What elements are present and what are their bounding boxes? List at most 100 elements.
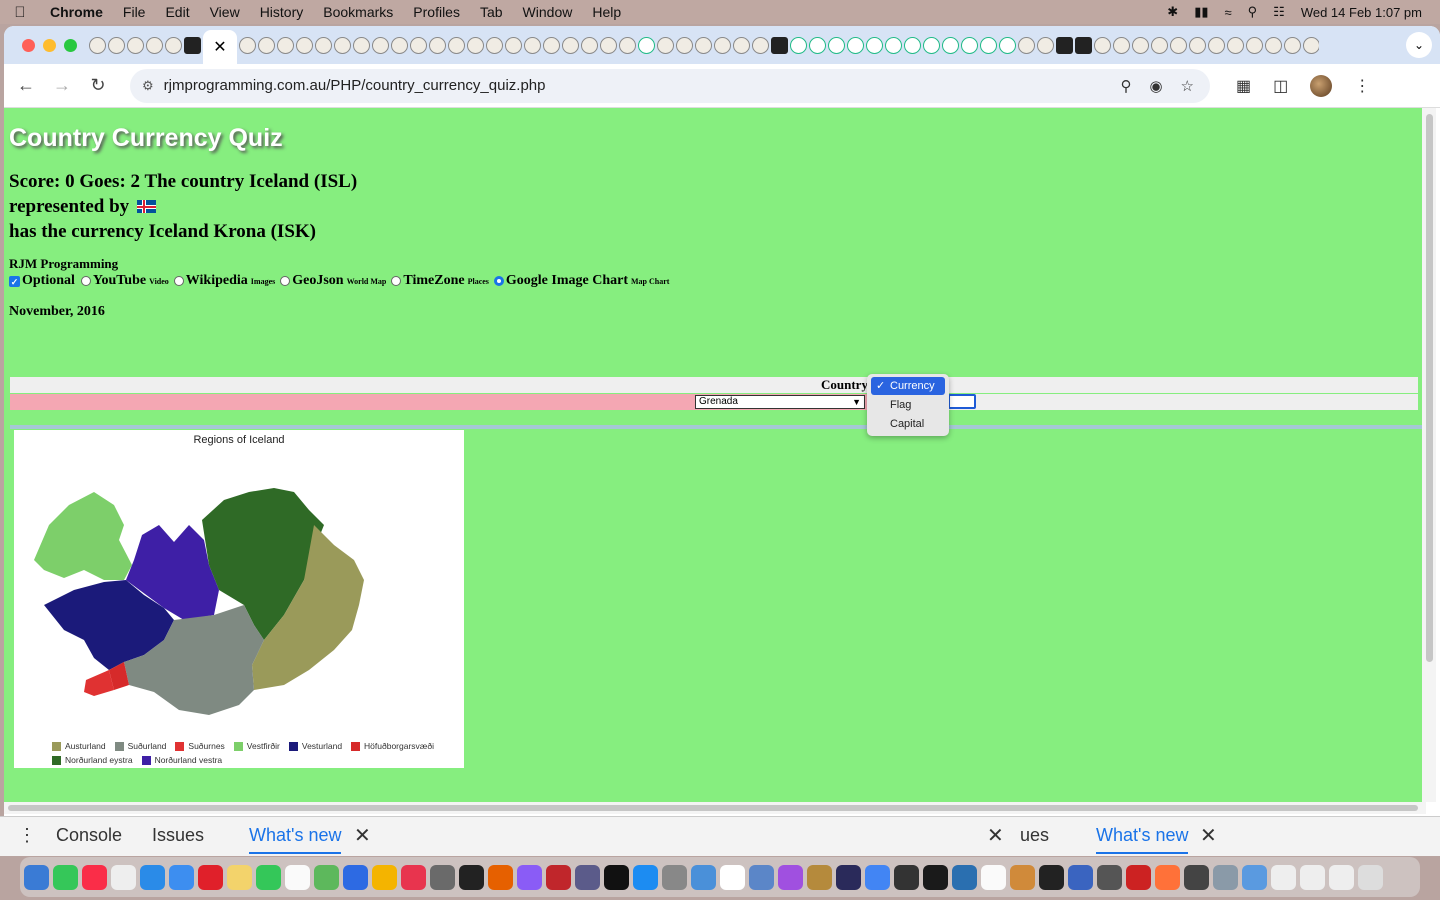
tab-search-chevron-icon[interactable]: ⌄ [1406,32,1432,58]
compass-icon[interactable] [1126,864,1151,890]
menu-help[interactable]: Help [582,4,631,20]
gimp-icon[interactable] [1010,864,1035,890]
devtools-tab-whats-new-2[interactable]: What's new [1096,825,1189,854]
firefox-icon[interactable] [488,864,513,890]
finder-icon[interactable] [24,864,49,890]
downloads-icon[interactable] [1213,864,1238,890]
tab-favicon-icon[interactable] [695,36,712,54]
tab-favicon-icon[interactable] [866,36,883,54]
tab-favicon-icon[interactable] [277,36,294,54]
menu-view[interactable]: View [200,4,250,20]
tab-favicon-icon[interactable] [923,36,940,54]
menu-bookmarks[interactable]: Bookmarks [313,4,403,20]
optional-checkbox[interactable]: ✓ [9,275,20,287]
filezilla-icon[interactable] [546,864,571,890]
geojson-radio[interactable] [280,276,291,286]
tab-favicon-icon[interactable] [296,36,313,54]
intellij-icon[interactable] [836,864,861,890]
eye-slash-icon[interactable]: ◉ [1149,77,1162,95]
tab-favicon-icon[interactable] [1018,36,1035,54]
document-icon[interactable] [285,864,310,890]
mail-icon[interactable] [169,864,194,890]
zoom-app-icon[interactable] [343,864,368,890]
xcode-icon[interactable] [691,864,716,890]
maps-icon[interactable] [314,864,339,890]
tab-favicon-icon[interactable] [467,36,484,54]
vertical-scrollbar[interactable] [1422,108,1436,802]
tab-favicon-icon[interactable] [1037,36,1054,54]
control-center-icon[interactable]: ☷ [1273,4,1285,20]
menu-app-chrome[interactable]: Chrome [40,4,113,20]
tab-favicon-icon[interactable] [108,36,125,54]
tab-favicon-icon[interactable] [657,36,674,54]
facetime-icon[interactable] [256,864,281,890]
minimize-window-button[interactable] [43,38,56,52]
menu-edit[interactable]: Edit [155,4,199,20]
horizontal-scroll-thumb[interactable] [8,805,1418,811]
zoom-window-button[interactable] [64,38,77,52]
tab-favicon-icon[interactable] [1113,36,1130,54]
close-drawer-icon[interactable]: ✕ [987,823,1004,848]
calendar-icon[interactable] [720,864,745,890]
tab-favicon-icon[interactable] [1208,36,1225,54]
close-window-button[interactable] [22,38,35,52]
tab-favicon-icon[interactable] [733,36,750,54]
close-tab-icon[interactable]: ✕ [1200,823,1217,848]
launchpad-icon[interactable] [517,864,542,890]
extensions-puzzle-icon[interactable]: ▦ [1236,76,1251,96]
tab-favicon-icon[interactable] [524,36,541,54]
bookmark-star-icon[interactable]: ☆ [1181,77,1194,95]
inkscape-icon[interactable] [894,864,919,890]
skull-icon[interactable] [1097,864,1122,890]
country-select[interactable]: Grenada ▼ [695,395,865,409]
globe-icon[interactable] [1242,864,1267,890]
tab-favicon-icon[interactable] [1265,36,1282,54]
reload-icon[interactable]: ↻ [80,75,116,96]
tab-favicon-icon[interactable] [1189,36,1206,54]
spotlight-search-icon[interactable]: ⚲ [1248,4,1258,20]
tab-favicon-icon[interactable] [809,36,826,54]
trash-icon[interactable] [1358,864,1383,890]
tab-favicon-icon[interactable] [790,36,807,54]
tab-favicon-icon[interactable] [89,36,106,54]
tab-favicon-icon[interactable] [600,36,617,54]
opera-icon[interactable] [198,864,223,890]
tab-favicon-icon[interactable] [429,36,446,54]
tab-favicon-icon[interactable] [638,36,655,54]
google-image-chart-radio[interactable] [493,276,504,286]
address-url[interactable]: rjmprogramming.com.au/PHP/country_curren… [164,77,546,94]
window-thumbnail-icon[interactable] [1329,864,1354,890]
tab-favicon-icon[interactable] [1170,36,1187,54]
terminal-2-icon[interactable] [923,864,948,890]
safari-icon[interactable] [140,864,165,890]
tab-favicon-icon[interactable] [904,36,921,54]
tab-favicon-icon[interactable] [676,36,693,54]
bluetooth-icon[interactable]: ✱ [1167,4,1178,20]
app-store-icon[interactable] [633,864,658,890]
preview-icon[interactable] [749,864,774,890]
calculator-icon[interactable] [662,864,687,890]
tab-favicon-icon[interactable] [184,36,201,54]
tab-favicon-icon[interactable] [543,36,560,54]
devtools-tab-whats-new[interactable]: What's new [249,825,342,854]
tab-favicon-icon[interactable] [562,36,579,54]
close-tab-icon[interactable]: ✕ [354,823,371,848]
tab-favicon-icon[interactable] [1284,36,1301,54]
menu-profiles[interactable]: Profiles [403,4,470,20]
forward-arrow-icon[interactable]: → [44,75,80,96]
vertical-scroll-thumb[interactable] [1426,114,1433,662]
devtools-tab-issues-partial[interactable]: ues [1020,825,1049,846]
more-vertical-icon[interactable]: ⋮ [18,825,36,846]
side-panel-icon[interactable]: ◫ [1273,76,1288,96]
window-thumbnail-icon[interactable] [1300,864,1325,890]
terminal-icon[interactable] [459,864,484,890]
tab-favicon-icon[interactable] [505,36,522,54]
apple-tv-icon[interactable] [604,864,629,890]
answer-input[interactable] [948,394,976,409]
zoom-icon[interactable]: ⚲ [1120,77,1131,95]
tab-favicon-icon[interactable] [885,36,902,54]
battery-icon[interactable]: ▮▮ [1194,4,1208,20]
tab-favicon-icon[interactable] [1132,36,1149,54]
quiz-mode-dropdown[interactable]: ✓ Currency Flag Capital [867,374,949,436]
wikipedia-radio[interactable] [173,276,184,286]
